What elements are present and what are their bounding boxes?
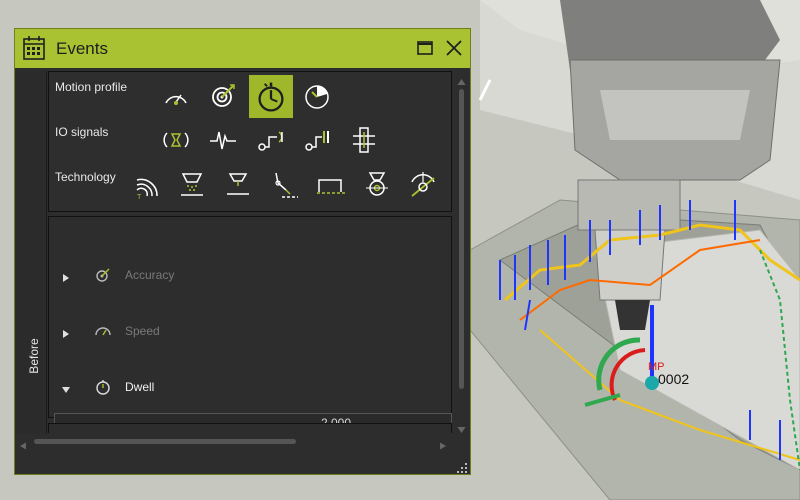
event-categories: Motion profile IO signals Technology T (48, 71, 452, 212)
event-row-speed[interactable]: Speed (49, 317, 453, 347)
panel-titlebar[interactable]: Events (15, 29, 470, 68)
dwell-stopwatch-icon (93, 377, 113, 397)
side-tab-strip: Before (16, 71, 47, 446)
panel-title: Events (56, 39, 108, 58)
io-waveform-icon[interactable] (206, 123, 240, 157)
events-list-next-section (48, 423, 452, 433)
io-pulse-icon[interactable] (159, 123, 193, 157)
event-row-accuracy[interactable]: Accuracy (49, 261, 453, 291)
category-label-technology: Technology (55, 170, 116, 184)
io-wait-signal-icon[interactable] (300, 123, 334, 157)
scroll-left-icon[interactable] (19, 437, 27, 450)
tech-dispense-icon[interactable] (221, 168, 255, 202)
events-list: Accuracy Speed Dwell 2.000 (48, 216, 453, 433)
calendar-icon (23, 36, 45, 60)
category-label-io-signals: IO signals (55, 125, 109, 139)
tech-robot-arm-icon[interactable] (268, 168, 302, 202)
tech-spray-icon[interactable] (175, 168, 209, 202)
accuracy-gauge-icon[interactable] (159, 79, 193, 113)
scroll-down-icon[interactable] (457, 421, 466, 433)
svg-text:T: T (137, 194, 142, 201)
maximize-icon[interactable] (417, 40, 433, 56)
target-point-label: 0002 (658, 371, 690, 387)
scroll-up-icon[interactable] (457, 73, 466, 85)
accuracy-target-icon[interactable] (206, 79, 240, 113)
horizontal-scrollbar[interactable] (16, 434, 452, 450)
tech-spindle-icon[interactable] (360, 168, 394, 202)
speed-dial-icon[interactable] (300, 79, 334, 113)
category-label-motion-profile: Motion profile (55, 80, 128, 94)
close-icon[interactable] (445, 39, 463, 57)
vertical-scroll-thumb[interactable] (459, 89, 464, 389)
expand-arrow-icon[interactable] (61, 326, 71, 338)
tech-radiation-icon[interactable]: T (131, 168, 165, 202)
event-label-dwell: Dwell (125, 380, 155, 394)
horizontal-scroll-thumb[interactable] (34, 439, 296, 444)
event-row-dwell[interactable]: Dwell (49, 373, 453, 403)
speed-gauge-icon (93, 321, 113, 341)
io-output-signal-icon[interactable] (253, 123, 287, 157)
before-tab-label: Before (27, 338, 41, 374)
dwell-stopwatch-icon[interactable] (249, 75, 293, 118)
before-tab[interactable]: Before (18, 327, 44, 387)
io-clamp-icon[interactable] (347, 123, 381, 157)
event-label-speed: Speed (125, 324, 160, 338)
expand-arrow-icon[interactable] (61, 270, 71, 282)
accuracy-target-icon (93, 265, 113, 285)
scroll-right-icon[interactable] (439, 437, 447, 450)
tech-sensor-icon[interactable] (406, 168, 440, 202)
collapse-arrow-icon[interactable] (61, 382, 71, 393)
resize-grip-icon[interactable] (456, 461, 468, 473)
tech-path-segment-icon[interactable] (314, 168, 348, 202)
vertical-scrollbar[interactable] (455, 71, 468, 433)
event-label-accuracy: Accuracy (125, 268, 175, 282)
events-panel: Events Before Motion profile IO signals … (14, 28, 471, 475)
